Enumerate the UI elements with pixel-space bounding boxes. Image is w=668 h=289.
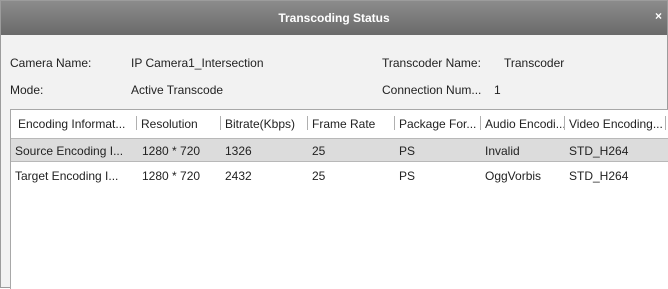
column-divider[interactable] (480, 116, 481, 130)
cell-resolution: 1280 * 720 (142, 169, 201, 183)
column-header-encoding-information[interactable]: Encoding Informat... (18, 117, 125, 131)
transcoding-status-dialog: Transcoding Status × Camera Name: IP Cam… (0, 0, 668, 289)
cell-video-encoding: STD_H264 (569, 144, 629, 158)
cell-encoding-information: Target Encoding I... (15, 169, 119, 183)
column-header-package-format[interactable]: Package For... (399, 117, 476, 131)
cell-frame-rate: 25 (312, 169, 326, 183)
column-header-frame-rate[interactable]: Frame Rate (312, 117, 375, 131)
transcoder-name-value: Transcoder (504, 56, 565, 70)
mode-label: Mode: (10, 83, 44, 97)
column-header-resolution[interactable]: Resolution (141, 117, 198, 131)
column-header-video-encoding[interactable]: Video Encoding... (569, 117, 663, 131)
column-header-audio-encoding[interactable]: Audio Encodi... (485, 117, 566, 131)
dialog-title: Transcoding Status (278, 11, 390, 25)
table-row-target[interactable]: Target Encoding I... 1280 * 720 2432 25 … (11, 164, 668, 188)
cell-bitrate: 2432 (225, 169, 252, 183)
column-divider[interactable] (220, 116, 221, 130)
cell-audio-encoding: Invalid (485, 144, 520, 158)
cell-resolution: 1280 * 720 (142, 144, 201, 158)
cell-encoding-information: Source Encoding I... (15, 144, 124, 158)
title-bar[interactable]: Transcoding Status × (1, 1, 667, 35)
cell-package-format: PS (399, 169, 416, 183)
cell-bitrate: 1326 (225, 144, 252, 158)
cell-video-encoding: STD_H264 (569, 169, 629, 183)
column-divider[interactable] (307, 116, 308, 130)
connection-num-value: 1 (494, 83, 501, 97)
table-row-source[interactable]: Source Encoding I... 1280 * 720 1326 25 … (11, 138, 668, 162)
cell-frame-rate: 25 (312, 144, 326, 158)
column-divider[interactable] (136, 116, 137, 130)
cell-package-format: PS (399, 144, 416, 158)
camera-name-value: IP Camera1_Intersection (131, 56, 264, 70)
column-header-bitrate[interactable]: Bitrate(Kbps) (225, 117, 295, 131)
camera-name-label: Camera Name: (10, 56, 92, 70)
column-divider[interactable] (665, 116, 666, 130)
mode-value: Active Transcode (131, 83, 224, 97)
column-divider[interactable] (394, 116, 395, 130)
close-icon[interactable]: × (655, 9, 667, 23)
transcoder-name-label: Transcoder Name: (382, 56, 481, 70)
connection-num-label: Connection Num... (382, 83, 482, 97)
column-divider[interactable] (564, 116, 565, 130)
table-header: Encoding Informat... Resolution Bitrate(… (11, 110, 668, 136)
transcoding-table[interactable]: Encoding Informat... Resolution Bitrate(… (10, 109, 668, 289)
cell-audio-encoding: OggVorbis (485, 169, 542, 183)
